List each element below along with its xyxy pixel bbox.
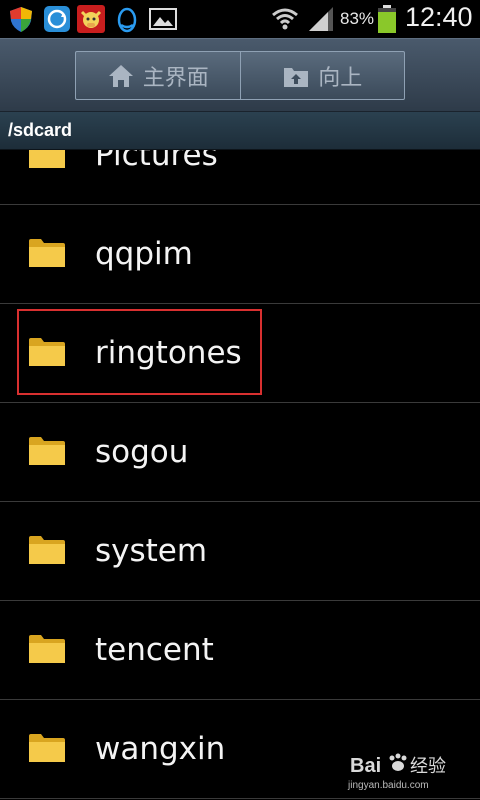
status-bar: 83% 12:40 [0, 0, 480, 38]
navigation-segmented-control: 主界面 向上 [75, 51, 405, 100]
file-name: sogou [95, 434, 189, 470]
up-button-label: 向上 [318, 65, 363, 91]
folder-icon [29, 437, 65, 465]
cow-app-icon [77, 5, 105, 33]
file-name: Pictures [95, 150, 218, 173]
path-bar: /sdcard [0, 112, 480, 150]
file-name: tencent [95, 632, 214, 668]
file-manager-screen: 83% 12:40 主界面 向上 /sdcard Pictures qqpim … [0, 0, 480, 800]
home-button[interactable]: 主界面 [76, 52, 240, 99]
action-bar: 主界面 向上 [0, 38, 480, 112]
clock: 12:40 [405, 2, 473, 32]
file-name: qqpim [95, 236, 193, 272]
folder-icon [29, 734, 65, 762]
list-item[interactable]: Pictures [0, 150, 480, 205]
folder-icon [29, 338, 65, 366]
file-name: ringtones [95, 335, 242, 371]
list-item[interactable]: sogou [0, 403, 480, 502]
list-item[interactable]: wangxin [0, 700, 480, 799]
list-item[interactable]: qqpim [0, 205, 480, 304]
file-list-content: Pictures qqpim ringtones sogou system te… [0, 150, 480, 799]
list-item[interactable]: tencent [0, 601, 480, 700]
list-item[interactable]: system [0, 502, 480, 601]
home-icon [108, 64, 133, 87]
up-button[interactable]: 向上 [239, 52, 405, 99]
folder-icon [29, 635, 65, 663]
file-list[interactable]: Pictures qqpim ringtones sogou system te… [0, 150, 480, 800]
home-button-label: 主界面 [142, 65, 209, 91]
list-item[interactable]: ringtones [0, 304, 480, 403]
file-name: wangxin [95, 731, 226, 767]
image-icon [149, 8, 177, 30]
signal-icon [309, 7, 333, 31]
qq-icon [117, 7, 137, 33]
folder-up-icon [284, 67, 309, 87]
current-path: /sdcard [8, 120, 73, 140]
folder-icon [29, 150, 65, 168]
battery-percent: 83% [340, 9, 375, 28]
file-name: system [95, 533, 208, 569]
folder-icon [29, 239, 65, 267]
wifi-icon [272, 8, 298, 30]
sync-icon [44, 6, 70, 32]
folder-icon [29, 536, 65, 564]
shield-icon [10, 7, 32, 32]
battery-icon [378, 5, 396, 33]
